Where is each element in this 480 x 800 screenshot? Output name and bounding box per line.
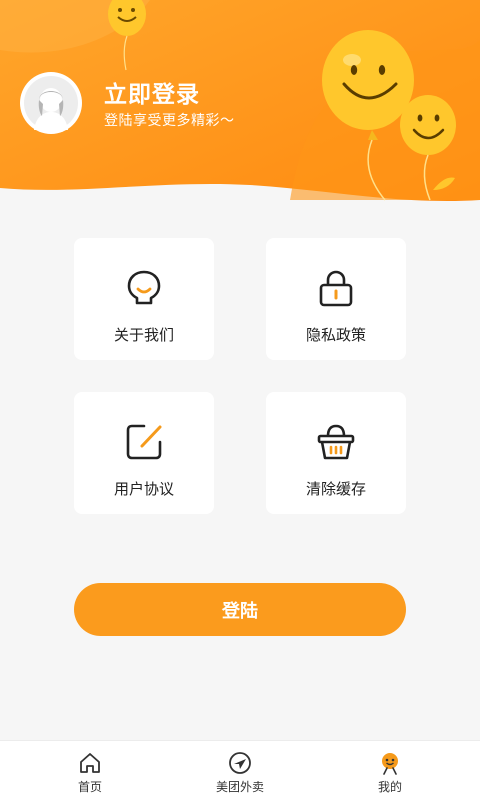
- lightbulb-icon: [127, 270, 161, 305]
- login-title[interactable]: 立即登录: [104, 75, 200, 109]
- user-agreement-card[interactable]: 用户协议: [74, 392, 214, 514]
- smiley-user-icon: [382, 753, 398, 775]
- privacy-policy-card[interactable]: 隐私政策: [266, 238, 406, 360]
- clear-cache-label: 清除缓存: [305, 480, 366, 498]
- tab-meituan-waimai[interactable]: 美团外卖: [180, 741, 300, 800]
- lock-icon: [319, 270, 353, 307]
- about-us-label: 关于我们: [113, 326, 174, 344]
- home-icon: [80, 753, 100, 773]
- bottom-tab-bar: 首页 美团外卖 我的: [0, 740, 480, 800]
- login-subtitle: 登陆享受更多精彩～: [104, 113, 235, 129]
- tab-meituan-waimai-label: 美团外卖: [215, 780, 264, 794]
- avatar[interactable]: [20, 72, 82, 134]
- clear-cache-card[interactable]: 清除缓存: [266, 392, 406, 514]
- tab-mine[interactable]: 我的: [330, 741, 450, 800]
- tab-mine-label: 我的: [377, 780, 402, 794]
- user-agreement-label: 用户协议: [113, 480, 174, 498]
- tab-home-label: 首页: [77, 780, 102, 794]
- default-avatar-icon: [24, 76, 78, 130]
- about-us-card[interactable]: 关于我们: [74, 238, 214, 360]
- privacy-policy-label: 隐私政策: [305, 326, 366, 344]
- compass-icon: [229, 752, 251, 774]
- edit-icon: [126, 424, 162, 460]
- profile-header: 立即登录 登陆享受更多精彩～: [0, 0, 480, 205]
- basket-icon: [317, 424, 355, 460]
- login-button[interactable]: 登陆: [74, 583, 406, 636]
- tab-home[interactable]: 首页: [30, 741, 150, 800]
